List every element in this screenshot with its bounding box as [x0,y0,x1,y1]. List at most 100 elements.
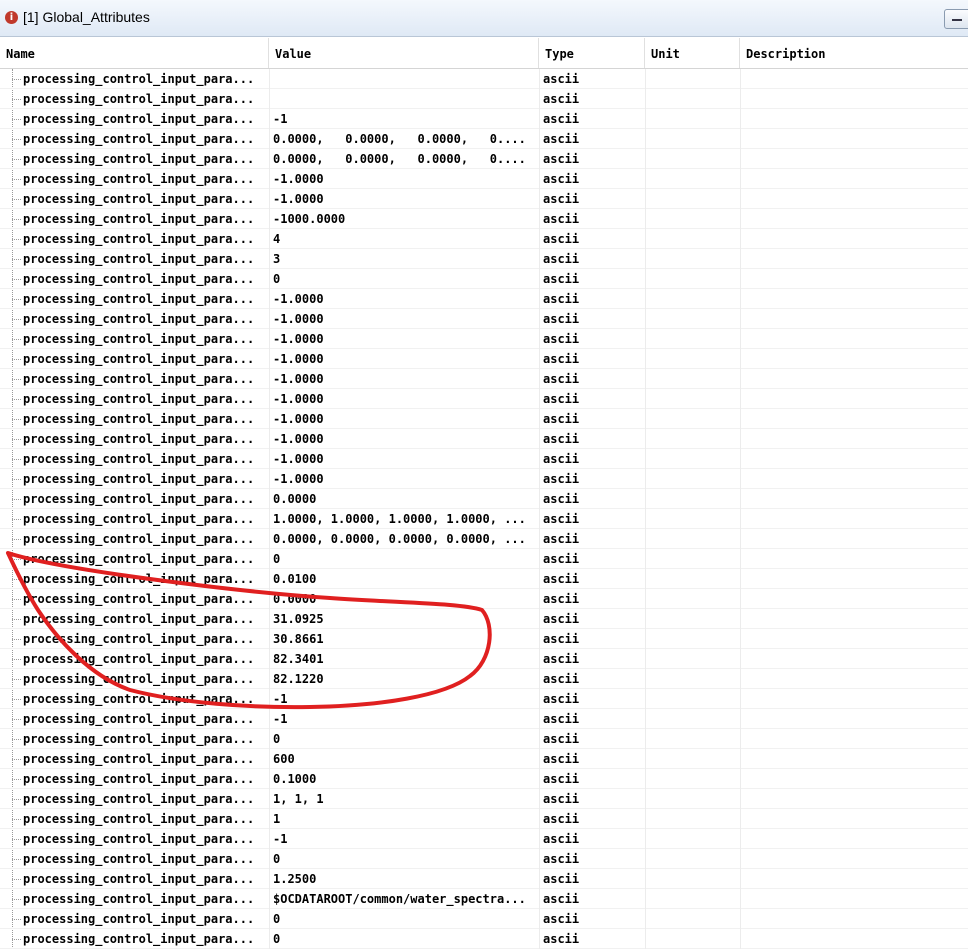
unit-cell [645,809,740,829]
table-row[interactable]: processing_control_input_para... 0 ascii [0,269,968,289]
type-cell: ascii [539,409,645,429]
table-row[interactable]: processing_control_input_para... ascii [0,69,968,89]
value-cell: -1.0000 [269,189,539,209]
table-row[interactable]: processing_control_input_para... 0 ascii [0,909,968,929]
value-cell [269,69,539,89]
name-cell: processing_control_input_para... [23,672,255,686]
unit-cell [645,789,740,809]
type-cell: ascii [539,489,645,509]
name-cell: processing_control_input_para... [23,872,255,886]
table-row[interactable]: processing_control_input_para... 0.1000 as… [0,769,968,789]
type-cell: ascii [539,569,645,589]
table-row[interactable]: processing_control_input_para... $OCDATAR… [0,889,968,909]
table-row[interactable]: processing_control_input_para... -1.0000 a… [0,349,968,369]
table-row[interactable]: processing_control_input_para... -1.0000 a… [0,449,968,469]
table-row[interactable]: processing_control_input_para... 0.0000, … [0,529,968,549]
table-row[interactable]: processing_control_input_para... -1000.00… [0,209,968,229]
table-row[interactable]: processing_control_input_para... -1.0000 a… [0,469,968,489]
description-cell [740,669,968,689]
title-bar[interactable]: i [1] Global_Attributes [0,0,968,37]
table-row[interactable]: processing_control_input_para... 82.3401 a… [0,649,968,669]
unit-cell [645,489,740,509]
description-cell [740,329,968,349]
name-cell: processing_control_input_para... [23,652,255,666]
description-cell [740,569,968,589]
unit-cell [645,309,740,329]
table-row[interactable]: processing_control_input_para... -1.0000 a… [0,429,968,449]
type-cell: ascii [539,729,645,749]
table-row[interactable]: processing_control_input_para... -1.0000 a… [0,389,968,409]
table-row[interactable]: processing_control_input_para... -1.0000 a… [0,369,968,389]
value-cell: 30.8661 [269,629,539,649]
unit-cell [645,849,740,869]
table-row[interactable]: processing_control_input_para... 600 ascii [0,749,968,769]
table-row[interactable]: processing_control_input_para... 1 ascii [0,809,968,829]
table-row[interactable]: processing_control_input_para... -1.0000 a… [0,409,968,429]
column-header-value[interactable]: Value [269,38,539,68]
name-cell: processing_control_input_para... [23,432,255,446]
table-row[interactable]: processing_control_input_para... -1 ascii [0,109,968,129]
column-header-type[interactable]: Type [539,38,645,68]
table-row[interactable]: processing_control_input_para... -1 ascii [0,689,968,709]
table-row[interactable]: processing_control_input_para... ascii [0,89,968,109]
table-row[interactable]: processing_control_input_para... 1.2500 as… [0,869,968,889]
value-cell: 1, 1, 1 [269,789,539,809]
table-row[interactable]: processing_control_input_para... 0.0000, … [0,149,968,169]
description-cell [740,269,968,289]
unit-cell [645,829,740,849]
name-cell: processing_control_input_para... [23,932,255,946]
table-row[interactable]: processing_control_input_para... -1 ascii [0,709,968,729]
name-cell: processing_control_input_para... [23,232,255,246]
unit-cell [645,429,740,449]
column-header-description[interactable]: Description [740,38,968,68]
table-row[interactable]: processing_control_input_para... 30.8661 a… [0,629,968,649]
table-row[interactable]: processing_control_input_para... -1.0000 a… [0,289,968,309]
table-row[interactable]: processing_control_input_para... 1, 1, 1a… [0,789,968,809]
value-cell: 600 [269,749,539,769]
table-row[interactable]: processing_control_input_para... 0 ascii [0,849,968,869]
value-cell: -1.0000 [269,329,539,349]
value-cell: 0.0000, 0.0000, 0.0000, 0.... [269,129,539,149]
minimize-button[interactable] [944,9,968,29]
type-cell: ascii [539,929,645,949]
table-row[interactable]: processing_control_input_para... 3 ascii [0,249,968,269]
table-row[interactable]: processing_control_input_para... -1 ascii [0,829,968,849]
name-cell: processing_control_input_para... [23,592,255,606]
table-row[interactable]: processing_control_input_para... -1.0000 a… [0,169,968,189]
column-header-name[interactable]: Name [0,38,269,68]
column-header-unit[interactable]: Unit [645,38,740,68]
description-cell [740,89,968,109]
table-row[interactable]: processing_control_input_para... 0 ascii [0,549,968,569]
unit-cell [645,349,740,369]
table-row[interactable]: processing_control_input_para... 0.0000, … [0,129,968,149]
table-row[interactable]: processing_control_input_para... 0 ascii [0,729,968,749]
table-row[interactable]: processing_control_input_para... -1.0000 a… [0,189,968,209]
type-cell: ascii [539,869,645,889]
description-cell [740,629,968,649]
type-cell: ascii [539,549,645,569]
table-row[interactable]: processing_control_input_para... 4 ascii [0,229,968,249]
unit-cell [645,749,740,769]
name-cell: processing_control_input_para... [23,632,255,646]
table-row[interactable]: processing_control_input_para... 0.0000 as… [0,489,968,509]
unit-cell [645,69,740,89]
type-cell: ascii [539,89,645,109]
unit-cell [645,729,740,749]
value-cell: 0 [269,849,539,869]
table-row[interactable]: processing_control_input_para... 82.1220 a… [0,669,968,689]
type-cell: ascii [539,609,645,629]
table-row[interactable]: processing_control_input_para... 31.0925 a… [0,609,968,629]
table-row[interactable]: processing_control_input_para... 1.0000, … [0,509,968,529]
unit-cell [645,149,740,169]
table-row[interactable]: processing_control_input_para... -1.0000 a… [0,309,968,329]
name-cell: processing_control_input_para... [23,392,255,406]
value-cell: -1 [269,109,539,129]
table-row[interactable]: processing_control_input_para... -1.0000 a… [0,329,968,349]
table-row[interactable]: processing_control_input_para... 0 ascii [0,929,968,949]
table-row[interactable]: processing_control_input_para... 0.0000 as… [0,589,968,609]
unit-cell [645,669,740,689]
type-cell: ascii [539,789,645,809]
table-row[interactable]: processing_control_input_para... 0.0100 as… [0,569,968,589]
unit-cell [645,549,740,569]
unit-cell [645,249,740,269]
